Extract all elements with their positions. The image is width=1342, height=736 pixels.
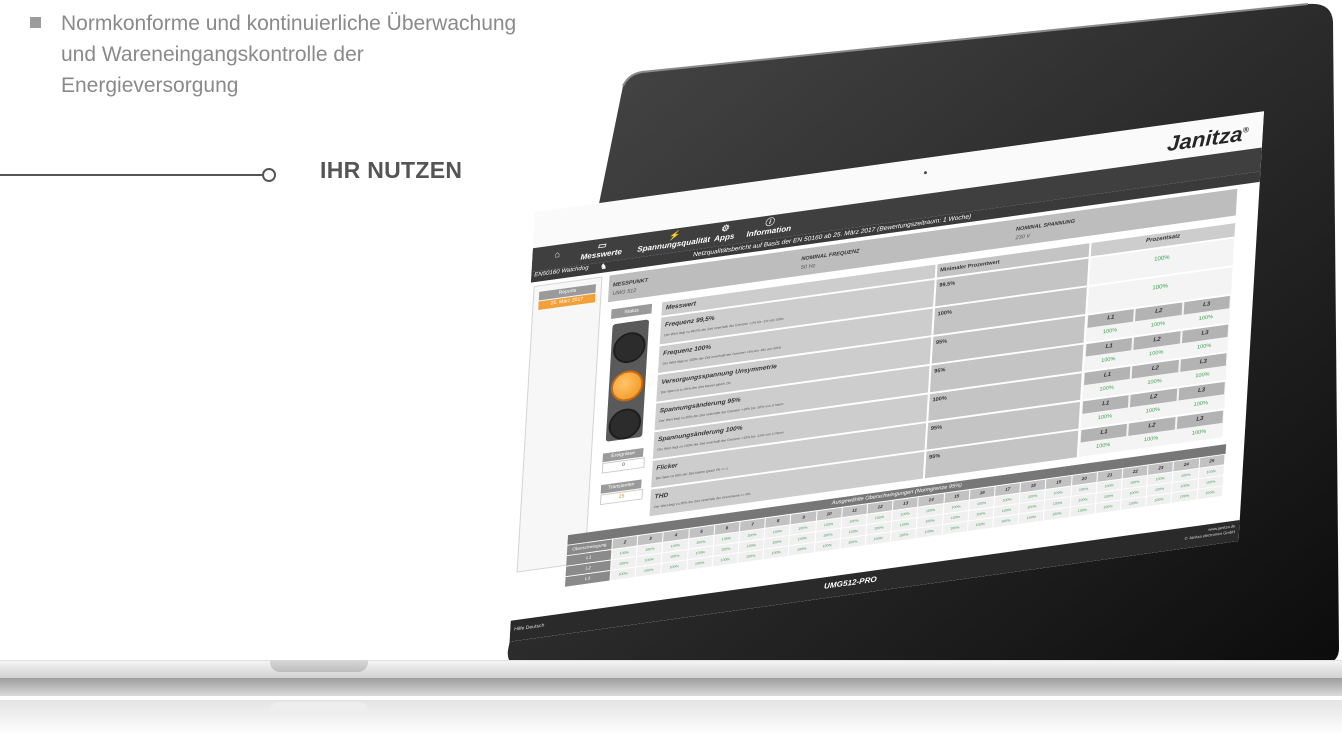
nav-label: Apps	[713, 231, 735, 244]
harmonic-value: 100%	[1044, 507, 1070, 521]
harmonic-value: 100%	[687, 556, 713, 570]
min-value: 100%	[937, 309, 953, 318]
device-web-ui: Janitza® ⌂ ▭ Messwerte ⚡ Spannungsqualit…	[509, 111, 1264, 642]
harmonic-value: 100%	[916, 525, 942, 539]
measure-desc: Der Wert liegt zu 95% der Zeit innerhalb…	[653, 491, 751, 510]
harmonic-value: 100%	[891, 528, 917, 542]
benefit-heading: IHR NUTZEN	[320, 157, 463, 183]
bullet-square-icon	[30, 17, 41, 28]
spannung-label: NOMINAL SPANNUNG	[1015, 218, 1076, 233]
harmonic-value: 100%	[814, 539, 840, 553]
spannung-value: 230 V	[1015, 233, 1031, 242]
nav-home[interactable]: ⌂	[554, 249, 561, 260]
feature-bullet: Normkonforme und kontinuierliche Überwac…	[30, 8, 530, 101]
nav-messwerte[interactable]: ▭ Messwerte	[580, 239, 622, 262]
min-value: 99.5%	[939, 280, 956, 289]
base-front	[0, 678, 1342, 696]
nav-apps[interactable]: ⚙ Apps	[714, 223, 735, 243]
harmonic-value: 100%	[840, 535, 866, 549]
harmonic-value: 100%	[738, 549, 764, 563]
harmonic-value: 100%	[712, 553, 738, 567]
harmonic-value: 100%	[763, 546, 789, 560]
traffic-light	[605, 319, 650, 442]
help-language[interactable]: Hilfe Deutsch	[514, 623, 544, 633]
harmonic-value: 100%	[1120, 496, 1146, 510]
watchdog-icon: ♞	[599, 261, 608, 272]
harmonic-value: 100%	[610, 567, 636, 581]
benefit-circle-icon	[262, 168, 276, 182]
lid-notch	[270, 660, 368, 672]
harmonic-value: 100%	[967, 518, 993, 532]
harmonic-value: 100%	[1171, 489, 1198, 503]
nav-information[interactable]: ⓘ Information	[746, 215, 792, 239]
reflection-notch	[270, 702, 368, 714]
lamp-green-icon	[607, 406, 642, 442]
camera-icon	[923, 171, 928, 175]
feature-text: Normkonforme und kontinuierliche Überwac…	[61, 12, 517, 97]
harmonic-value: 100%	[1146, 493, 1172, 507]
measure-title: THD	[654, 491, 669, 501]
harmonic-value: 100%	[1095, 500, 1121, 514]
reports-sidebar: Reports 25. März 2017	[516, 276, 603, 573]
min-value: 95%	[930, 424, 943, 432]
min-value: 95%	[928, 453, 941, 461]
harmonic-value: 100%	[789, 542, 815, 556]
freq-label: NOMINAL FREQUENZ	[801, 248, 860, 263]
harmonic-value: 100%	[1018, 511, 1044, 524]
harmonic-value: 100%	[661, 560, 687, 574]
harmonic-value: 100%	[942, 521, 968, 535]
harmonic-value: 100%	[1069, 503, 1095, 517]
home-icon: ⌂	[554, 249, 561, 260]
benefit-divider	[0, 174, 262, 176]
base-top	[0, 660, 1342, 679]
min-value: 95%	[935, 338, 948, 347]
status-label: Status	[610, 303, 653, 319]
device-model: UMG512-PRO	[823, 574, 877, 591]
harmonic-value: 100%	[865, 532, 891, 546]
messpunkt-value: UMG 512	[612, 287, 637, 297]
base-reflection	[0, 700, 1342, 736]
lamp-amber-icon	[609, 368, 645, 404]
harmonic-value: 100%	[1197, 486, 1223, 500]
lamp-red-icon	[612, 330, 647, 366]
status-panel: Status Ereignisse 0 Transienten 25	[595, 303, 656, 520]
messpunkt-label: MESSPUNKT	[612, 277, 649, 289]
harmonic-value: 100%	[993, 514, 1019, 528]
measure-title: Flicker	[656, 462, 678, 472]
footer-credits: www.janitza.de © Janitza electronics Gmb…	[1185, 523, 1236, 541]
harmonic-value: 100%	[636, 563, 662, 577]
freq-value: 50 Hz	[800, 263, 816, 271]
laptop-base	[0, 660, 1342, 696]
min-value: 100%	[932, 395, 947, 404]
min-value: 95%	[934, 367, 946, 375]
